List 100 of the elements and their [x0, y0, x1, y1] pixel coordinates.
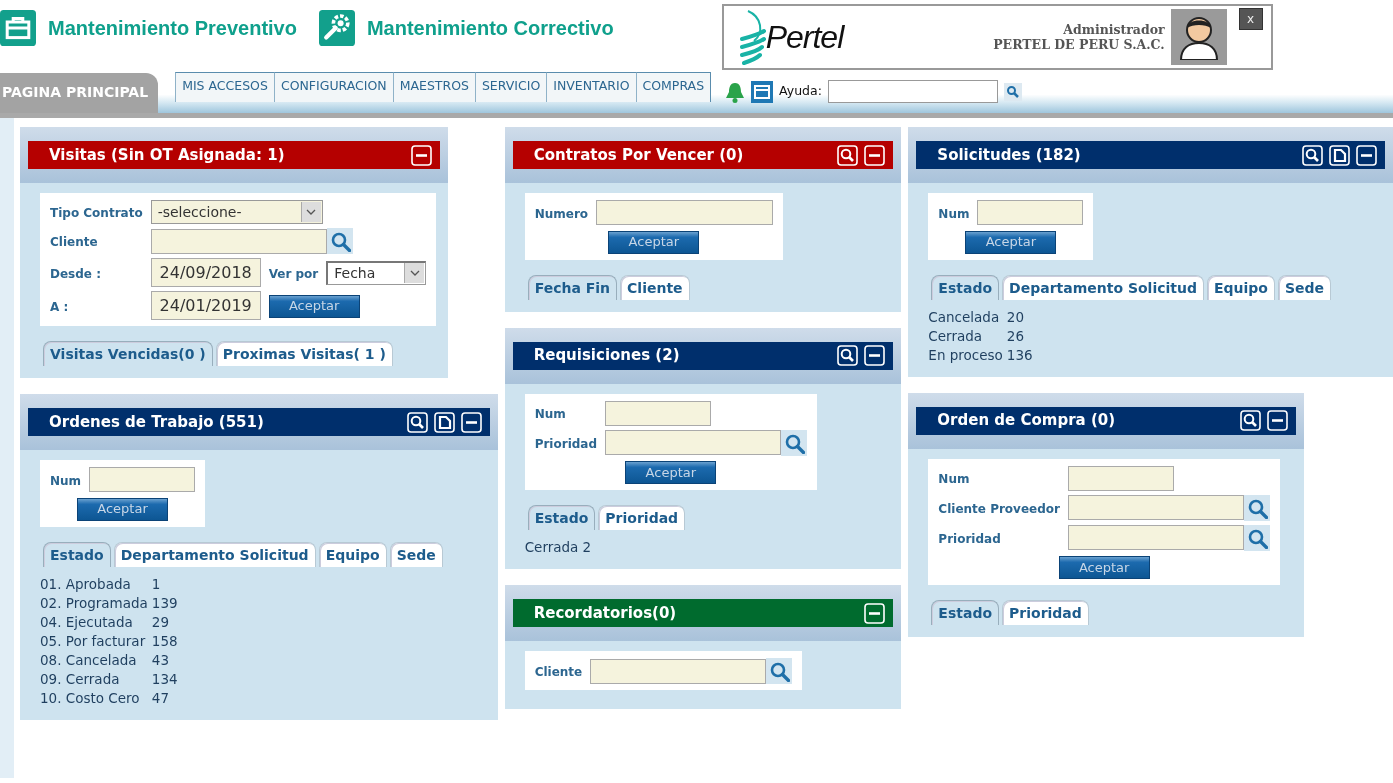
calendar-icon[interactable]: [751, 80, 774, 103]
tab[interactable]: Prioridad: [1002, 600, 1089, 625]
status-count: 47: [151, 689, 170, 706]
tab[interactable]: Sede: [389, 541, 443, 567]
field-label: Desde :: [50, 266, 101, 281]
field-label: Cliente Proveedor: [938, 501, 1060, 516]
field-label: A :: [50, 299, 69, 314]
status-count: 26: [1006, 327, 1025, 344]
tab[interactable]: Departamento Solicitud: [1002, 274, 1204, 300]
dropdown[interactable]: -seleccione-: [150, 200, 323, 224]
status-label: 01. Aprobada: [40, 575, 131, 592]
tab[interactable]: Equipo: [1207, 274, 1275, 300]
collapse-button[interactable]: [864, 602, 886, 624]
help-search-field[interactable]: [827, 80, 998, 103]
user-role: Administrador: [1062, 22, 1165, 37]
document-button[interactable]: [433, 411, 455, 433]
input-field[interactable]: [590, 658, 767, 684]
accept-button[interactable]: Aceptar: [608, 230, 700, 254]
nav-tab[interactable]: MAESTROS: [392, 72, 476, 102]
collapse-button[interactable]: [864, 345, 886, 366]
status-count: 139: [151, 594, 178, 611]
input-field[interactable]: [605, 430, 782, 455]
input-field[interactable]: [89, 467, 196, 492]
panel-title: Recordatorios(0): [533, 602, 677, 624]
status-label: 02. Programada: [40, 594, 148, 611]
status-label: 04. Ejecutada: [40, 613, 133, 630]
tab[interactable]: Fecha Fin: [527, 274, 618, 300]
input-field[interactable]: [150, 228, 327, 254]
search-button[interactable]: [406, 411, 428, 433]
tab[interactable]: Estado: [527, 505, 596, 530]
status-label: Cerrada: [928, 327, 983, 344]
nav-tab[interactable]: CONFIGURACION: [273, 72, 394, 102]
status-count: 2: [582, 539, 591, 555]
document-button[interactable]: [1329, 144, 1350, 166]
panel-title: Contratos Por Vencer (0): [533, 144, 744, 166]
input-field[interactable]: [605, 400, 712, 426]
tab[interactable]: Departamento Solicitud: [113, 541, 316, 567]
input-field[interactable]: [596, 200, 774, 225]
search-button[interactable]: [1302, 144, 1323, 166]
tab[interactable]: Visitas Vencidas(0 ): [43, 341, 213, 366]
tab[interactable]: Cliente: [620, 274, 690, 300]
collapse-button[interactable]: [411, 144, 432, 166]
field-label: Cliente: [50, 235, 98, 249]
tab[interactable]: Estado: [931, 274, 1000, 300]
close-button[interactable]: x: [1238, 8, 1263, 30]
tab[interactable]: Estado: [931, 600, 1000, 625]
accept-button[interactable]: Aceptar: [625, 461, 717, 484]
collapse-button[interactable]: [460, 411, 482, 433]
swoosh-logo-icon: [739, 9, 766, 65]
tab[interactable]: Prioridad: [598, 505, 686, 530]
panel-title: Solicitudes (182): [937, 144, 1081, 166]
status-count: 29: [151, 613, 170, 630]
search-button[interactable]: [1240, 410, 1262, 431]
tab[interactable]: Estado: [43, 541, 111, 567]
toolbox-icon[interactable]: [0, 10, 36, 46]
collapse-button[interactable]: [1356, 144, 1377, 166]
field-label: Ver por: [268, 266, 319, 281]
input-field[interactable]: [1067, 495, 1244, 520]
wrench-gear-icon[interactable]: [318, 10, 355, 46]
date-field[interactable]: 24/01/2019: [150, 291, 261, 320]
tab[interactable]: Proximas Visitas( 1 ): [215, 341, 393, 366]
input-field[interactable]: [1067, 525, 1244, 550]
search-button[interactable]: [837, 345, 859, 366]
module-link[interactable]: Mantenimiento Preventivo: [48, 13, 297, 43]
nav-tab[interactable]: SERVICIO: [474, 72, 548, 102]
collapse-button[interactable]: [1267, 410, 1289, 431]
accept-button[interactable]: Aceptar: [1058, 556, 1150, 579]
status-count: 1: [151, 575, 161, 592]
panel-title: Visitas (Sin OT Asignada: 1): [49, 144, 285, 166]
dropdown[interactable]: Fecha: [326, 260, 427, 285]
field-label: Num: [534, 407, 566, 421]
nav-tab[interactable]: MIS ACCESOS: [175, 72, 275, 102]
field-label: Numero: [534, 206, 589, 221]
accept-button[interactable]: Aceptar: [77, 497, 169, 521]
tab[interactable]: Sede: [1278, 274, 1332, 300]
module-link[interactable]: Mantenimiento Correctivo: [366, 13, 614, 43]
accept-button[interactable]: Aceptar: [268, 294, 360, 318]
status-label: 09. Cerrada: [40, 670, 120, 687]
nav-tab[interactable]: INVENTARIO: [546, 72, 637, 102]
help-label: Ayuda:: [779, 82, 822, 101]
company-name: PERTEL DE PERU S.A.C.: [993, 37, 1165, 52]
bell-icon[interactable]: [725, 80, 746, 103]
status-label: Cancelada: [928, 308, 1000, 325]
status-label: 05. Por facturar: [40, 632, 146, 649]
search-button[interactable]: [837, 144, 859, 166]
date-field[interactable]: 24/09/2018: [150, 258, 261, 287]
input-field[interactable]: [977, 200, 1084, 225]
status-count: 136: [1006, 346, 1033, 363]
accept-button[interactable]: Aceptar: [965, 230, 1057, 254]
nav-tab[interactable]: COMPRAS: [635, 72, 712, 102]
input-field[interactable]: [1067, 465, 1174, 491]
collapse-button[interactable]: [864, 144, 886, 166]
panel-title: Orden de Compra (0): [937, 410, 1116, 432]
status-label: 10. Costo Cero: [40, 689, 140, 706]
field-label: Num: [938, 206, 970, 221]
status-count: 158: [151, 632, 178, 649]
panel-title: Ordenes de Trabajo (551): [49, 411, 264, 433]
search-icon[interactable]: [1003, 82, 1022, 101]
tab[interactable]: Equipo: [318, 541, 387, 567]
field-label: Num: [50, 473, 82, 488]
